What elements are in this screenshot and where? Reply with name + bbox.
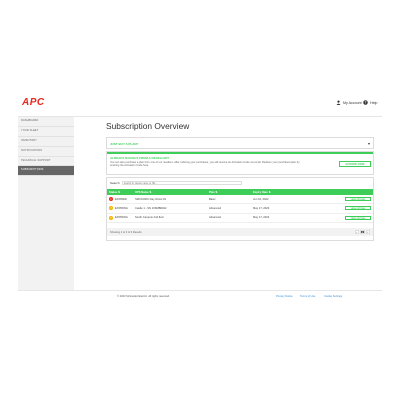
apc-logo[interactable]: APC <box>22 97 45 108</box>
status-badge: EXPIRED <box>115 197 127 201</box>
privacy-notice-link[interactable]: Privacy Notice <box>276 295 293 298</box>
subscriptions-table-panel: Search Status ⇅ UPS Name ⇅ Plan ⇅ Expiry… <box>106 177 374 241</box>
sidebar-item-dashboard[interactable]: Dashboard <box>18 117 74 127</box>
page-footer: © 2023 Schneider Electric. All rights re… <box>18 290 382 304</box>
reseller-promo-panel: ALREADY BOUGHT FROM A RESELLER? You can … <box>106 151 374 175</box>
svg-text:?: ? <box>365 101 367 105</box>
cookie-settings-link[interactable]: Cookie Settings <box>324 295 342 298</box>
accent-bar <box>107 152 373 154</box>
chevron-down-icon: ▾ <box>367 141 370 146</box>
page-title: Subscription Overview <box>106 121 190 131</box>
sidebar-item-subscriptions[interactable]: Subscriptions <box>18 166 74 177</box>
copyright-text: © 2023 Schneider Electric. All rights re… <box>117 295 170 298</box>
search-row: Search <box>110 181 242 185</box>
plan-cell: Advanced <box>207 203 251 214</box>
sidebar: Dashboard Your Fleet Inventory Notificat… <box>18 117 74 303</box>
help-icon: ? <box>363 100 368 105</box>
warning-icon: ! <box>109 206 113 211</box>
table-row: ! EXPIRED SMC1000C Day Ghost #1 Basic Ju… <box>107 195 373 205</box>
search-label: Search <box>110 181 120 185</box>
expiry-cell: Jun 10, 2022 <box>251 195 315 205</box>
sidebar-item-technical-support[interactable]: Technical Support <box>18 157 74 167</box>
prev-page-button[interactable]: ‹ <box>354 229 359 234</box>
plan-cell: Basic <box>207 195 251 205</box>
next-page-button[interactable]: › <box>365 229 370 234</box>
warning-icon: ! <box>109 215 113 220</box>
status-cell: ! EXPIRING <box>109 215 131 220</box>
pagination: ‹ 1 › <box>354 229 370 234</box>
expiry-cell: May 17, 2023 <box>251 213 315 223</box>
help-label: Help <box>370 100 378 105</box>
status-cell: ! EXPIRING <box>109 206 131 211</box>
ups-name-cell: SMC1000C Day Ghost #1 <box>133 195 207 205</box>
table-row: ! EXPIRING South Campus 2nd floor Advanc… <box>107 213 373 223</box>
accordion-title: JUST BUY A PLAN? <box>110 142 139 146</box>
status-badge: EXPIRING <box>115 216 128 220</box>
view-options-button[interactable]: VIEW OPTIONS <box>345 215 371 220</box>
table-footer: Showing 1 to 3 of 3 Results ‹ 1 › <box>107 228 373 236</box>
app-window: APC My Account ? Help Dashboard Your Fle… <box>18 91 382 304</box>
promo-title: ALREADY BOUGHT FROM A RESELLER? <box>110 156 170 160</box>
alert-icon: ! <box>109 197 113 202</box>
results-count: Showing 1 to 3 of 3 Results <box>110 230 142 234</box>
top-header: APC My Account ? Help <box>18 91 382 117</box>
help-link[interactable]: ? Help <box>363 100 377 105</box>
user-icon <box>336 100 341 105</box>
ups-name-cell: South Campus 2nd floor <box>133 213 207 223</box>
table-row: ! EXPIRING Castle 1 - SN 16SMB0022 Advan… <box>107 203 373 214</box>
expiry-cell: May 17, 2023 <box>251 203 315 214</box>
view-options-button[interactable]: VIEW OPTIONS <box>345 206 371 211</box>
ups-name-cell: Castle 1 - SN 16SMB0022 <box>133 203 207 214</box>
my-account-link[interactable]: My Account <box>336 100 362 105</box>
status-badge: EXPIRING <box>115 206 128 210</box>
subscriptions-table: Status ⇅ UPS Name ⇅ Plan ⇅ Expiry Date ⇅… <box>107 189 373 223</box>
search-input[interactable] <box>121 181 242 185</box>
activate-code-button[interactable]: ACTIVATE CODE <box>339 161 371 167</box>
view-options-button[interactable]: VIEW OPTIONS <box>345 197 371 202</box>
terms-of-use-link[interactable]: Terms of Use <box>300 295 315 298</box>
sidebar-item-inventory[interactable]: Inventory <box>18 137 74 147</box>
buy-plan-accordion[interactable]: JUST BUY A PLAN? ▾ <box>106 137 374 149</box>
page-1-button[interactable]: 1 <box>360 229 365 234</box>
sidebar-item-notifications[interactable]: Notifications <box>18 147 74 157</box>
promo-description: You can also purchase a plan from one of… <box>110 161 300 168</box>
my-account-label: My Account <box>343 100 362 105</box>
plan-cell: Advanced <box>207 213 251 223</box>
status-cell: ! EXPIRED <box>109 197 131 202</box>
sidebar-item-your-fleet[interactable]: Your Fleet <box>18 127 74 137</box>
